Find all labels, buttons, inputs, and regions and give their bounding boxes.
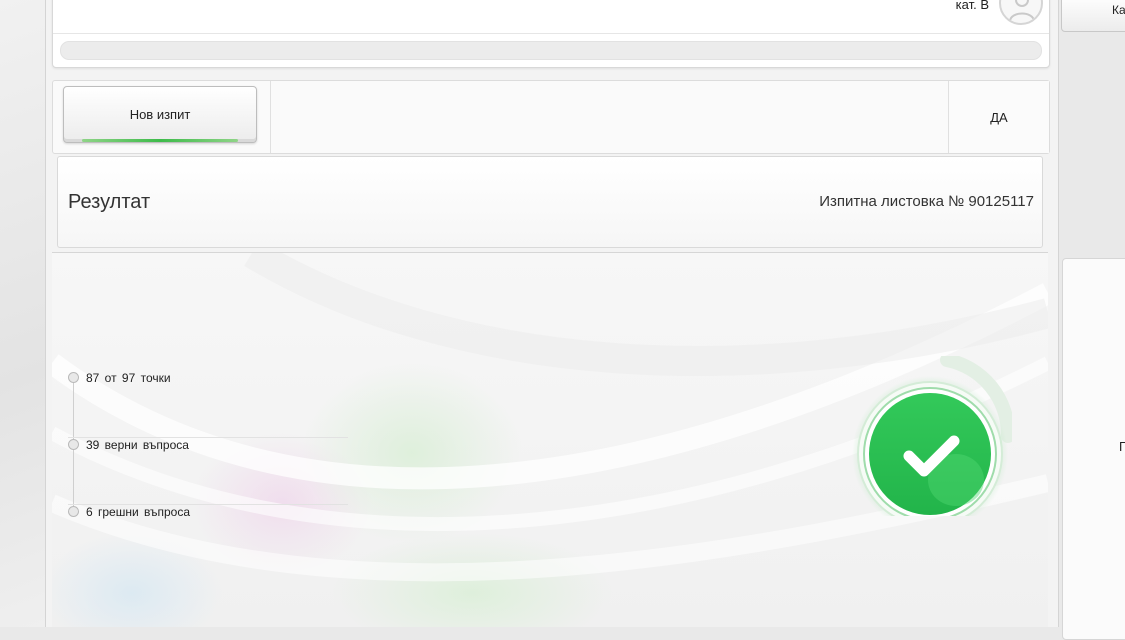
yes-button[interactable]: ДА xyxy=(949,81,1049,153)
result-content: 87 от 97 точки 39 верни въпроса 6 грешни… xyxy=(52,252,1048,627)
stat-row: 6 грешни въпроса xyxy=(68,505,348,571)
action-toolbar: Нов изпит ДА xyxy=(52,80,1050,154)
check-icon xyxy=(852,353,1016,532)
result-stats: 87 от 97 точки 39 верни въпроса 6 грешни… xyxy=(68,371,348,571)
points-stat: 87 от 97 точки xyxy=(86,371,171,385)
user-avatar-icon[interactable] xyxy=(999,0,1043,25)
category-label: кат. B xyxy=(955,0,989,12)
passed-status-badge xyxy=(852,353,1016,532)
right-top-button[interactable]: Ка xyxy=(1061,0,1125,32)
stat-row: 87 от 97 точки xyxy=(68,371,348,438)
left-background-strip xyxy=(0,0,46,627)
new-exam-button[interactable]: Нов изпит xyxy=(63,86,257,143)
wrong-answers-stat: 6 грешни въпроса xyxy=(86,505,191,519)
user-info-card: кат. B xyxy=(52,0,1050,68)
exam-progress-bar xyxy=(60,41,1042,60)
stat-dot xyxy=(68,506,79,517)
correct-answers-stat: 39 верни въпроса xyxy=(86,438,189,452)
right-top-button-label: Ка xyxy=(1112,3,1125,17)
new-exam-label: Нов изпит xyxy=(129,107,191,122)
stat-dot xyxy=(68,439,79,450)
right-side-panel: П xyxy=(1062,258,1125,640)
right-panel-label: П xyxy=(1119,439,1125,454)
yes-label: ДА xyxy=(990,109,1008,125)
exam-sheet-number: Изпитна листовка № 90125117 xyxy=(819,193,1034,210)
toolbar-separator xyxy=(270,81,271,153)
new-exam-accent-bar xyxy=(82,139,238,142)
result-header: Резултат Изпитна листовка № 90125117 xyxy=(57,156,1043,248)
stat-row: 39 верни въпроса xyxy=(68,438,348,505)
stat-dot xyxy=(68,372,79,383)
top-card-divider xyxy=(53,33,1049,34)
result-title: Резултат xyxy=(68,191,151,213)
exam-main-panel: кат. B Нов изпит ДА Резултат Изпитна лис… xyxy=(45,0,1059,627)
